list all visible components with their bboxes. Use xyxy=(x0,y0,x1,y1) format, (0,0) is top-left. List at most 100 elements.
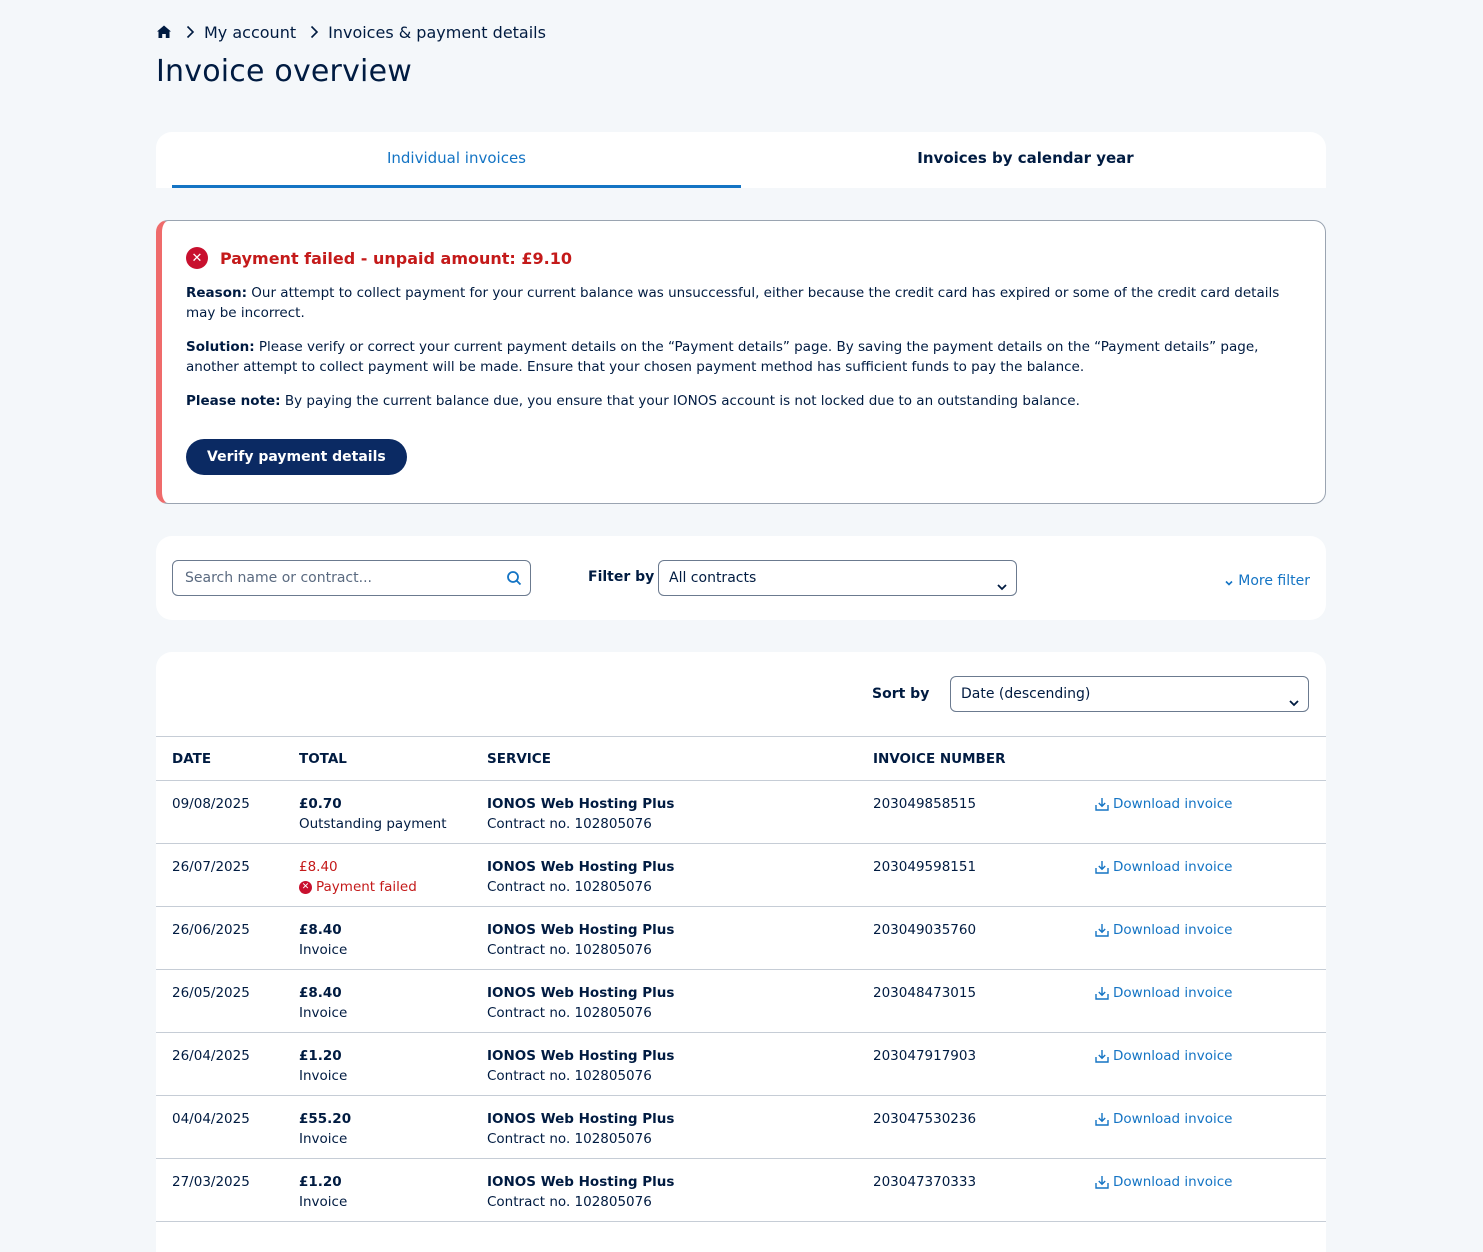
row-status: Invoice xyxy=(299,942,348,958)
row-status: Invoice xyxy=(299,1068,348,1084)
table-row: 26/05/2025 £8.40 Invoice IONOS Web Hosti… xyxy=(156,969,1326,1033)
chevron-down-icon xyxy=(996,572,1008,591)
alert-note: Please note: By paying the current balan… xyxy=(186,391,1296,411)
row-amount: £8.40 xyxy=(299,859,338,875)
breadcrumb-invoices-payment[interactable]: Invoices & payment details xyxy=(328,23,546,42)
header-service: SERVICE xyxy=(487,736,873,781)
download-invoice-link[interactable]: Download invoice xyxy=(1094,983,1232,1003)
row-contract: Contract no. 102805076 xyxy=(487,1194,652,1210)
header-invoice-number: INVOICE NUMBER xyxy=(873,736,1094,781)
alert-heading: ✕ Payment failed - unpaid amount: £9.10 xyxy=(186,247,1301,269)
download-icon xyxy=(1094,985,1110,1001)
download-icon xyxy=(1094,1111,1110,1127)
invoice-table: DATE TOTAL SERVICE INVOICE NUMBER 09/08/… xyxy=(156,736,1326,1222)
row-service-name: IONOS Web Hosting Plus xyxy=(487,1174,675,1190)
table-row: 26/04/2025 £1.20 Invoice IONOS Web Hosti… xyxy=(156,1032,1326,1096)
download-invoice-link[interactable]: Download invoice xyxy=(1094,1172,1232,1192)
row-total: £1.20 Invoice xyxy=(299,1158,487,1222)
error-icon: ✕ xyxy=(299,880,312,894)
row-service-name: IONOS Web Hosting Plus xyxy=(487,1111,675,1127)
table-row: 27/03/2025 £1.20 Invoice IONOS Web Hosti… xyxy=(156,1158,1326,1222)
row-service: IONOS Web Hosting Plus Contract no. 1028… xyxy=(487,780,873,844)
row-contract: Contract no. 102805076 xyxy=(487,879,652,895)
row-date: 26/06/2025 xyxy=(156,906,299,970)
row-actions: Download invoice xyxy=(1094,1032,1326,1096)
download-invoice-label: Download invoice xyxy=(1113,1174,1233,1190)
row-date: 09/08/2025 xyxy=(156,780,299,844)
row-amount: £1.20 xyxy=(299,1174,342,1190)
table-header-row: DATE TOTAL SERVICE INVOICE NUMBER xyxy=(156,736,1326,781)
filter-by-label: Filter by xyxy=(588,569,655,585)
breadcrumb-my-account[interactable]: My account xyxy=(204,23,296,42)
solution-text: Please verify or correct your current pa… xyxy=(186,339,1259,375)
row-invoice-number: 203049598151 xyxy=(873,843,1094,907)
table-row: 26/06/2025 £8.40 Invoice IONOS Web Hosti… xyxy=(156,906,1326,970)
chevron-right-icon xyxy=(306,24,322,40)
row-contract: Contract no. 102805076 xyxy=(487,1131,652,1147)
download-invoice-link[interactable]: Download invoice xyxy=(1094,857,1232,877)
download-invoice-link[interactable]: Download invoice xyxy=(1094,1046,1232,1066)
chevron-down-icon xyxy=(1288,688,1300,707)
download-invoice-label: Download invoice xyxy=(1113,859,1233,875)
sort-value: Date (descending) xyxy=(961,686,1091,702)
more-filter-label: More filter xyxy=(1238,573,1310,589)
download-invoice-link[interactable]: Download invoice xyxy=(1094,920,1232,940)
download-icon xyxy=(1094,1048,1110,1064)
row-actions: Download invoice xyxy=(1094,906,1326,970)
verify-payment-details-button[interactable]: Verify payment details xyxy=(186,439,407,475)
row-actions: Download invoice xyxy=(1094,780,1326,844)
row-total: £55.20 Invoice xyxy=(299,1095,487,1159)
tab-individual-invoices[interactable]: Individual invoices xyxy=(172,132,741,188)
contract-filter-value: All contracts xyxy=(669,570,757,586)
row-service: IONOS Web Hosting Plus Contract no. 1028… xyxy=(487,843,873,907)
row-invoice-number: 203047530236 xyxy=(873,1095,1094,1159)
download-invoice-link[interactable]: Download invoice xyxy=(1094,1109,1232,1129)
home-icon[interactable] xyxy=(156,24,172,40)
contract-filter-select[interactable]: All contracts xyxy=(658,560,1017,596)
reason-text: Our attempt to collect payment for your … xyxy=(186,285,1280,321)
header-date: DATE xyxy=(156,736,299,781)
download-invoice-link[interactable]: Download invoice xyxy=(1094,794,1232,814)
download-invoice-label: Download invoice xyxy=(1113,1111,1233,1127)
header-total: TOTAL xyxy=(299,736,487,781)
search-input[interactable] xyxy=(173,561,483,595)
row-service-name: IONOS Web Hosting Plus xyxy=(487,796,675,812)
sort-select[interactable]: Date (descending) xyxy=(950,676,1309,712)
row-actions: Download invoice xyxy=(1094,1158,1326,1222)
row-service: IONOS Web Hosting Plus Contract no. 1028… xyxy=(487,1158,873,1222)
error-icon: ✕ xyxy=(186,247,208,269)
download-invoice-label: Download invoice xyxy=(1113,1048,1233,1064)
row-contract: Contract no. 102805076 xyxy=(487,942,652,958)
search-icon[interactable] xyxy=(506,570,522,586)
row-invoice-number: 203047917903 xyxy=(873,1032,1094,1096)
table-row: 04/04/2025 £55.20 Invoice IONOS Web Host… xyxy=(156,1095,1326,1159)
row-date: 27/03/2025 xyxy=(156,1158,299,1222)
row-contract: Contract no. 102805076 xyxy=(487,816,652,832)
header-actions xyxy=(1094,736,1326,781)
note-text: By paying the current balance due, you e… xyxy=(280,393,1080,409)
row-total: £1.20 Invoice xyxy=(299,1032,487,1096)
sort-by-label: Sort by xyxy=(872,686,930,702)
table-row: 09/08/2025 £0.70 Outstanding payment ION… xyxy=(156,780,1326,844)
table-row: 26/07/2025 £8.40 ✕ Payment failed IONOS W… xyxy=(156,843,1326,907)
row-service: IONOS Web Hosting Plus Contract no. 1028… xyxy=(487,906,873,970)
row-date: 26/04/2025 xyxy=(156,1032,299,1096)
tab-invoices-by-year[interactable]: Invoices by calendar year xyxy=(741,132,1310,188)
note-label: Please note: xyxy=(186,393,281,409)
download-icon xyxy=(1094,859,1110,875)
more-filter-toggle[interactable]: More filter xyxy=(1224,573,1310,589)
download-invoice-label: Download invoice xyxy=(1113,985,1233,1001)
row-invoice-number: 203048473015 xyxy=(873,969,1094,1033)
download-invoice-label: Download invoice xyxy=(1113,796,1233,812)
row-total: £8.40 ✕ Payment failed xyxy=(299,843,487,907)
row-actions: Download invoice xyxy=(1094,1095,1326,1159)
row-service-name: IONOS Web Hosting Plus xyxy=(487,859,675,875)
solution-label: Solution: xyxy=(186,339,255,355)
filter-card: Filter by All contracts More filter xyxy=(156,536,1326,620)
row-service: IONOS Web Hosting Plus Contract no. 1028… xyxy=(487,1032,873,1096)
download-icon xyxy=(1094,922,1110,938)
page-title: Invoice overview xyxy=(156,54,412,89)
row-total: £0.70 Outstanding payment xyxy=(299,780,487,844)
row-amount: £1.20 xyxy=(299,1048,342,1064)
row-contract: Contract no. 102805076 xyxy=(487,1005,652,1021)
